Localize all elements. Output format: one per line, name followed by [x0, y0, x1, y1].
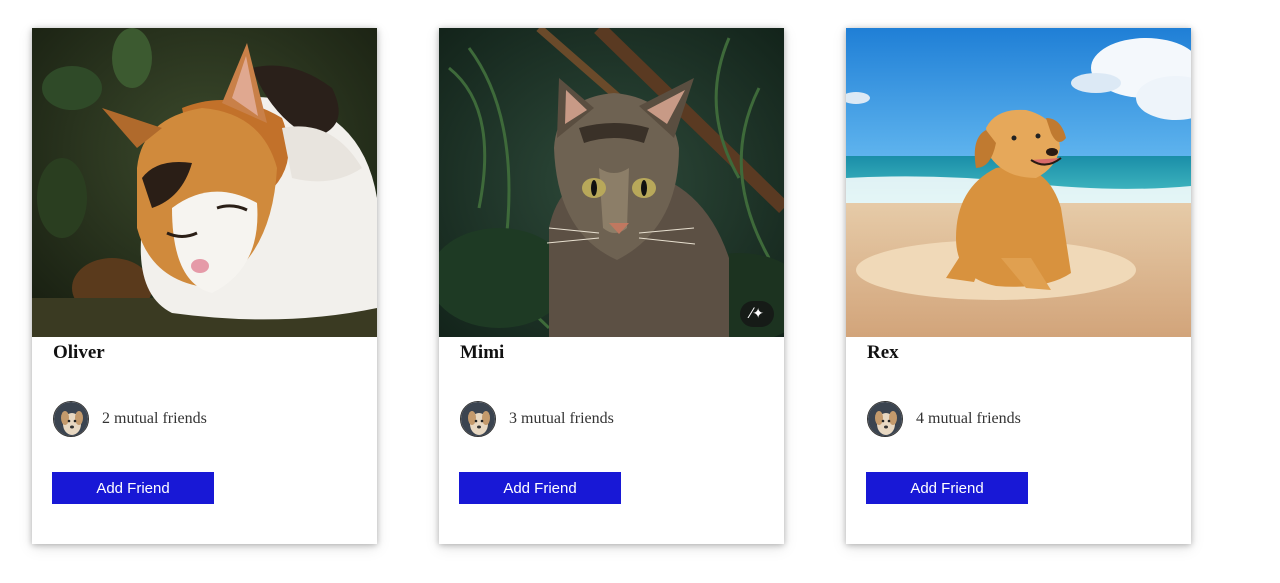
- friend-name: Oliver: [53, 342, 105, 363]
- mutual-friends-count: 3 mutual friends: [509, 409, 614, 427]
- profile-photo-tabby-cat: ⁄✦: [439, 28, 784, 337]
- mutual-friend-avatar: [867, 400, 903, 437]
- mutual-friends: 3 mutual friends: [460, 400, 614, 437]
- add-friend-button[interactable]: Add Friend: [52, 472, 214, 504]
- profile-photo-calico-cat: [32, 28, 377, 337]
- mutual-friend-avatar: [460, 400, 496, 437]
- mutual-friend-avatar: [53, 400, 89, 437]
- friend-suggestions: Oliver 2 mutual friends Add Friend ⁄✦ Mi…: [0, 0, 1280, 583]
- friend-card: ⁄✦ Mimi 3 mutual friends Add Friend: [439, 28, 784, 544]
- friend-name: Rex: [867, 342, 899, 363]
- friend-card: Oliver 2 mutual friends Add Friend: [32, 28, 377, 544]
- mutual-friends: 2 mutual friends: [53, 400, 207, 437]
- mutual-friends: 4 mutual friends: [867, 400, 1021, 437]
- profile-photo-golden-retriever: [846, 28, 1191, 337]
- add-friend-button[interactable]: Add Friend: [866, 472, 1028, 504]
- friend-card: Rex 4 mutual friends Add Friend: [846, 28, 1191, 544]
- magic-wand-icon[interactable]: ⁄✦: [740, 301, 774, 327]
- add-friend-button[interactable]: Add Friend: [459, 472, 621, 504]
- mutual-friends-count: 2 mutual friends: [102, 409, 207, 427]
- mutual-friends-count: 4 mutual friends: [916, 409, 1021, 427]
- friend-name: Mimi: [460, 342, 505, 363]
